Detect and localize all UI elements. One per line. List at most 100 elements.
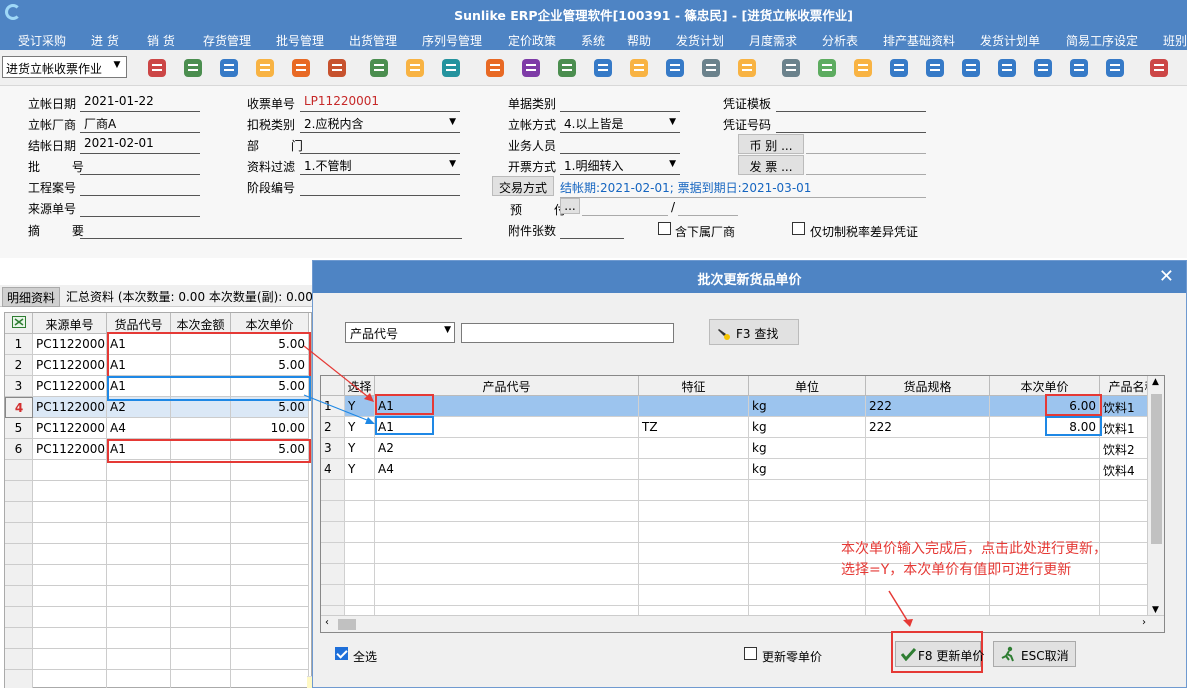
lock-icon[interactable] <box>253 56 277 80</box>
search-input[interactable] <box>461 323 674 343</box>
table-cell[interactable] <box>107 523 171 544</box>
prepay-field-2[interactable] <box>678 198 738 216</box>
trade-method-button[interactable]: 交易方式 <box>492 176 554 196</box>
table-cell[interactable] <box>33 607 107 628</box>
doc-date-field[interactable]: 2021-01-22 <box>80 94 200 112</box>
menu-item-11[interactable]: 月度需求 <box>749 32 797 49</box>
scroll-thumb[interactable] <box>338 619 356 630</box>
stage-field[interactable] <box>300 178 460 196</box>
table-cell[interactable] <box>231 523 309 544</box>
left-grid-header[interactable]: 货品代号 <box>107 313 171 334</box>
table-cell[interactable]: kg <box>749 396 866 417</box>
table-cell[interactable] <box>231 670 309 688</box>
exit-door-icon[interactable] <box>1147 56 1171 80</box>
row-number[interactable]: 3 <box>321 438 345 459</box>
row-number[interactable] <box>321 585 345 606</box>
menu-item-5[interactable]: 出货管理 <box>349 32 397 49</box>
select-all-checkbox[interactable] <box>335 647 348 660</box>
table-cell[interactable] <box>171 649 231 670</box>
table-cell[interactable] <box>171 481 231 502</box>
table-cell[interactable] <box>749 480 866 501</box>
chevron-right-icon[interactable]: › <box>1142 617 1146 628</box>
row-number[interactable] <box>5 670 33 688</box>
table-cell[interactable] <box>375 585 639 606</box>
vertical-scrollbar[interactable]: ▲ ▼ <box>1147 376 1164 616</box>
menu-item-13[interactable]: 排产基础资料 <box>883 32 955 49</box>
folder-icon[interactable] <box>735 56 759 80</box>
table-cell[interactable] <box>171 670 231 688</box>
project-field[interactable] <box>80 178 200 196</box>
table-cell[interactable] <box>990 585 1100 606</box>
table-cell[interactable] <box>639 522 749 543</box>
tax-diff-only-checkbox[interactable] <box>792 222 805 235</box>
tab-detail[interactable]: 明细资料 <box>2 287 61 307</box>
table-cell[interactable] <box>33 670 107 688</box>
moneybag-icon[interactable] <box>403 56 427 80</box>
table-cell[interactable] <box>345 585 375 606</box>
refresh-icon[interactable] <box>995 56 1019 80</box>
briefcase-icon[interactable] <box>289 56 313 80</box>
row-number[interactable] <box>5 649 33 670</box>
row-number[interactable]: 2 <box>5 355 33 376</box>
row-number[interactable] <box>5 607 33 628</box>
table-cell[interactable] <box>639 480 749 501</box>
find-button[interactable]: F3 查找 <box>709 319 799 345</box>
menu-item-8[interactable]: 系统 <box>581 32 605 49</box>
table-cell[interactable] <box>990 459 1100 480</box>
menu-item-16[interactable]: 班别 <box>1163 32 1187 49</box>
table-cell[interactable] <box>639 396 749 417</box>
table-cell[interactable] <box>107 544 171 565</box>
table-cell[interactable] <box>749 585 866 606</box>
currency-button[interactable]: 币 别 ... <box>738 134 804 154</box>
menu-item-15[interactable]: 简易工序设定 <box>1066 32 1138 49</box>
left-grid-header[interactable]: 本次金额 <box>171 313 231 334</box>
menu-item-9[interactable]: 帮助 <box>627 32 651 49</box>
users-icon[interactable] <box>519 56 543 80</box>
update-price-button[interactable]: F8 更新单价 <box>895 641 984 667</box>
table-cell[interactable] <box>990 438 1100 459</box>
menu-item-1[interactable]: 进 货 <box>91 32 119 49</box>
monitor-icon[interactable] <box>959 56 983 80</box>
search-icon[interactable] <box>887 56 911 80</box>
mail-icon[interactable] <box>627 56 651 80</box>
table-cell[interactable] <box>345 501 375 522</box>
table-cell[interactable]: 222 <box>866 417 990 438</box>
table-cell[interactable] <box>231 502 309 523</box>
scroll-thumb[interactable] <box>1151 394 1162 544</box>
spellcheck-icon[interactable] <box>145 56 169 80</box>
close-icon[interactable]: ✕ <box>1159 266 1174 287</box>
table-cell[interactable] <box>107 670 171 688</box>
dialog-grid-header[interactable]: 本次单价 <box>990 376 1100 396</box>
calculator-icon[interactable] <box>699 56 723 80</box>
invoice-method-select[interactable]: 1.明细转入 ▼ <box>560 157 680 175</box>
module-select[interactable]: 进货立帐收票作业 ▼ <box>2 56 127 78</box>
table-cell[interactable] <box>866 438 990 459</box>
tax-type-select[interactable]: 2.应税内含 ▼ <box>300 115 460 133</box>
row-number[interactable] <box>5 523 33 544</box>
menu-item-3[interactable]: 存货管理 <box>203 32 251 49</box>
table-cell[interactable] <box>107 607 171 628</box>
table-cell[interactable] <box>171 607 231 628</box>
row-number[interactable] <box>5 460 33 481</box>
menu-item-14[interactable]: 发货计划单 <box>980 32 1040 49</box>
prepay-ellipsis-button[interactable]: ... <box>560 198 580 214</box>
computer-icon[interactable] <box>217 56 241 80</box>
table-cell[interactable]: TZ <box>639 417 749 438</box>
table-cell[interactable] <box>171 586 231 607</box>
table-cell[interactable] <box>33 544 107 565</box>
salesman-field[interactable] <box>560 136 680 154</box>
menu-item-12[interactable]: 分析表 <box>822 32 858 49</box>
table-cell[interactable]: PC11220001 <box>33 334 107 355</box>
document-icon[interactable] <box>779 56 803 80</box>
cancel-button[interactable]: ESC取消 <box>993 641 1076 667</box>
table-cell[interactable] <box>107 586 171 607</box>
table-cell[interactable] <box>639 585 749 606</box>
row-number[interactable]: 4 <box>321 459 345 480</box>
grid-corner-icon[interactable] <box>5 313 33 334</box>
row-number[interactable] <box>321 501 345 522</box>
table-cell[interactable]: Y <box>345 438 375 459</box>
source-no-field[interactable] <box>80 199 200 217</box>
table-cell[interactable]: A4 <box>375 459 639 480</box>
table-cell[interactable]: 222 <box>866 396 990 417</box>
table-cell[interactable] <box>990 501 1100 522</box>
